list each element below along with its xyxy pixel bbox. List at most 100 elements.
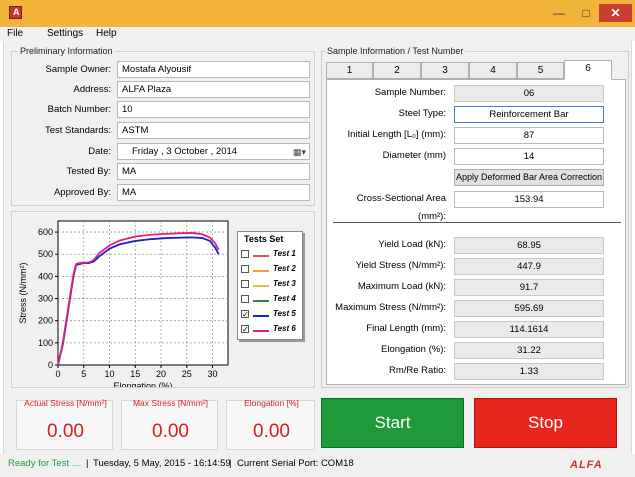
tested-by-input[interactable]: MA [117,163,310,180]
max-stress-box: Max Stress [N/mm²] 0.00 [121,398,218,450]
test-checkbox[interactable] [241,250,249,258]
test-legend-item[interactable]: Test 4 [241,294,299,306]
status-separator: | [86,458,89,469]
test-label: Test 6 [273,324,296,333]
actual-stress-title: Actual Stress [N/mm²] [24,398,107,408]
status-separator: | [229,458,232,469]
menu-settings[interactable]: Settings [47,27,83,41]
maximize-button[interactable]: □ [573,4,599,22]
yield-load-value: 68.95 [454,237,604,254]
x-tick-label: 20 [156,369,166,379]
x-tick-label: 30 [208,369,218,379]
initial-length-input[interactable]: 87 [454,127,604,144]
status-bar: Ready for Test ... | Tuesday, 5 May, 201… [0,454,635,477]
steel-type-input[interactable]: Reinforcement Bar [454,106,604,123]
elongation-label: Elongation (%): [381,344,446,355]
tab-2[interactable]: 2 [373,62,421,79]
test-legend-item[interactable]: Test 3 [241,279,299,291]
tab-5[interactable]: 5 [517,62,564,79]
x-tick-label: 10 [105,369,115,379]
test-legend-item[interactable]: Test 1 [241,249,299,261]
alfa-logo: ALFA [570,459,603,471]
test-checkbox[interactable] [241,265,249,273]
minimize-button[interactable]: — [546,4,572,22]
test-line-swatch [253,315,269,317]
address-label: Address: [73,84,112,95]
y-tick-label: 0 [48,360,53,370]
ready-status: Ready for Test ... [8,458,80,469]
test-line-swatch [253,300,269,302]
rm-re-ratio-value: 1.33 [454,363,604,380]
x-tick-label: 5 [81,369,86,379]
yield-load-label: Yield Load (kN): [378,239,446,250]
maximum-stress-label: Maximum Stress (N/mm²): [335,302,446,313]
start-button[interactable]: Start [321,398,464,448]
elongation-stat-box: Elongation [%] 0.00 [226,398,315,450]
test-standards-label: Test Standards: [44,125,111,136]
sample-number-value: 06 [454,85,604,102]
cross-sectional-area-value: 153.94 [454,191,604,208]
final-length-label: Final Length (mm): [366,323,446,334]
elongation-stat-title: Elongation [%] [244,398,299,408]
y-axis-label: Stress (N/mm²) [18,263,28,324]
alfa-app-icon: A [9,6,22,19]
tab-6[interactable]: 6 [564,60,612,80]
calendar-dropdown-icon[interactable]: ▦▾ [293,145,306,160]
apply-area-correction-button[interactable]: Apply Deformed Bar Area Correction [454,169,604,186]
title-bar [0,0,635,27]
test-line-swatch [253,330,269,332]
y-tick-label: 200 [38,316,53,326]
menu-help[interactable]: Help [96,27,117,41]
test-legend-item[interactable]: Test 2 [241,264,299,276]
actual-stress-box: Actual Stress [N/mm²] 0.00 [16,398,113,450]
section-divider [333,222,621,223]
batch-number-input[interactable]: 10 [117,101,310,118]
steel-type-label: Steel Type: [398,108,446,119]
sample-owner-input[interactable]: Mostafa Alyousif [117,61,310,78]
x-tick-label: 0 [55,369,60,379]
tab-3[interactable]: 3 [421,62,469,79]
approved-by-input[interactable]: MA [117,184,310,201]
test-checkbox[interactable] [241,295,249,303]
tested-by-label: Tested By: [66,166,111,177]
test-label: Test 2 [273,264,296,273]
date-value: Friday , 3 October , 2014 [132,146,238,157]
yield-stress-value: 447.9 [454,258,604,275]
approved-by-label: Approved By: [53,187,111,198]
diameter-input[interactable]: 14 [454,148,604,165]
address-input[interactable]: ALFA Plaza [117,81,310,98]
elongation-stat-value: 0.00 [253,421,290,442]
menu-file[interactable]: File [7,27,23,41]
rm-re-ratio-label: Rm/Re Ratio: [388,365,446,376]
close-button[interactable]: ✕ [599,4,632,22]
maximum-load-label: Maximum Load (kN): [357,281,446,292]
date-label: Date: [88,146,111,157]
test-legend-item[interactable]: ✓ Test 5 [241,309,299,321]
max-stress-value: 0.00 [152,421,189,442]
tests-set-title: Tests Set [244,234,284,244]
tab-1[interactable]: 1 [326,62,373,79]
test-checkbox[interactable]: ✓ [241,325,249,334]
y-tick-label: 400 [38,271,53,281]
tests-set-legend: Tests Set Test 1 Test 2 Test 3 Test 4 ✓ Test … [237,231,303,340]
y-tick-label: 600 [38,227,53,237]
y-tick-label: 300 [38,294,53,304]
yield-stress-label: Yield Stress (N/mm²): [355,260,446,271]
test-checkbox[interactable]: ✓ [241,310,249,319]
date-picker[interactable]: Friday , 3 October , 2014 ▦▾ [117,143,310,160]
initial-length-label: Initial Length [L₀] (mm): [347,129,446,140]
tab-4[interactable]: 4 [469,62,517,79]
test-checkbox[interactable] [241,280,249,288]
cross-sectional-area-label: Cross-Sectional Area (mm²): [356,193,446,222]
test-line-swatch [253,285,269,287]
serial-port-status: Current Serial Port: COM18 [237,458,354,469]
sample-number-label: Sample Number: [374,87,446,98]
batch-number-label: Batch Number: [47,104,111,115]
y-tick-label: 100 [38,338,53,348]
maximum-stress-value: 595.69 [454,300,604,317]
final-length-value: 114.1614 [454,321,604,338]
stop-button[interactable]: Stop [474,398,617,448]
test-standards-input[interactable]: ASTM [117,122,310,139]
max-stress-title: Max Stress [N/mm²] [132,398,209,408]
test-legend-item[interactable]: ✓ Test 6 [241,324,299,336]
